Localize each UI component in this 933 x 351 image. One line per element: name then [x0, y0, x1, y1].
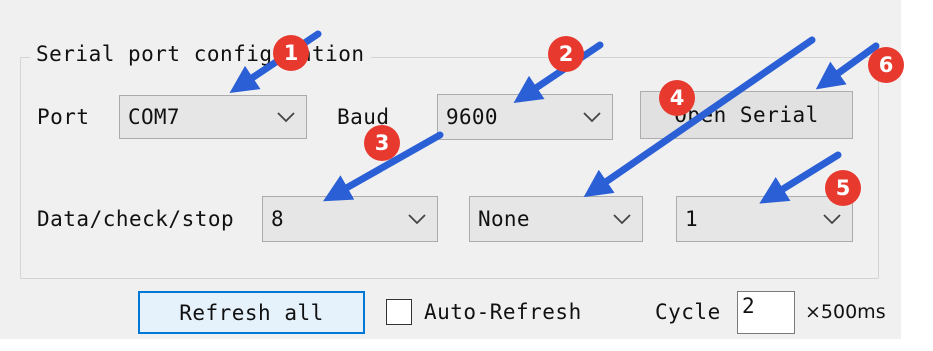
chevron-down-icon	[823, 214, 841, 225]
auto-refresh-checkbox[interactable]	[386, 299, 412, 325]
window-bottom-edge	[0, 339, 933, 351]
stop-bits-value: 1	[685, 207, 698, 231]
baud-dropdown[interactable]: 9600	[437, 94, 613, 140]
refresh-all-label: Refresh all	[179, 300, 324, 325]
data-bits-value: 8	[271, 207, 284, 231]
chevron-down-icon	[613, 214, 631, 225]
cycle-unit: ×500ms	[805, 301, 886, 323]
data-bits-dropdown[interactable]: 8	[262, 196, 438, 242]
window-edge	[901, 0, 933, 351]
annotation-badge-2: 2	[548, 36, 584, 72]
chevron-down-icon	[277, 112, 295, 123]
stop-bits-dropdown[interactable]: 1	[676, 196, 853, 242]
cycle-label: Cycle	[655, 300, 721, 324]
auto-refresh-label: Auto-Refresh	[424, 300, 582, 324]
chevron-down-icon	[408, 214, 426, 225]
annotation-badge-4: 4	[659, 80, 695, 116]
cycle-value: 2	[742, 294, 755, 318]
port-dropdown[interactable]: COM7	[119, 95, 307, 139]
cycle-input[interactable]: 2	[737, 291, 795, 334]
baud-value: 9600	[446, 105, 498, 129]
port-label: Port	[37, 105, 90, 129]
group-title: Serial port configuration	[30, 40, 371, 68]
annotation-badge-5: 5	[825, 170, 861, 206]
data-check-stop-label: Data/check/stop	[37, 207, 235, 231]
open-serial-label: Open Serial	[674, 103, 819, 127]
chevron-down-icon	[583, 112, 601, 123]
annotation-badge-6: 6	[868, 47, 904, 83]
annotation-badge-3: 3	[364, 125, 400, 161]
annotation-badge-1: 1	[273, 35, 309, 71]
refresh-all-button[interactable]: Refresh all	[138, 291, 365, 334]
parity-value: None	[478, 207, 530, 231]
port-value: COM7	[128, 105, 180, 129]
parity-dropdown[interactable]: None	[469, 196, 643, 242]
